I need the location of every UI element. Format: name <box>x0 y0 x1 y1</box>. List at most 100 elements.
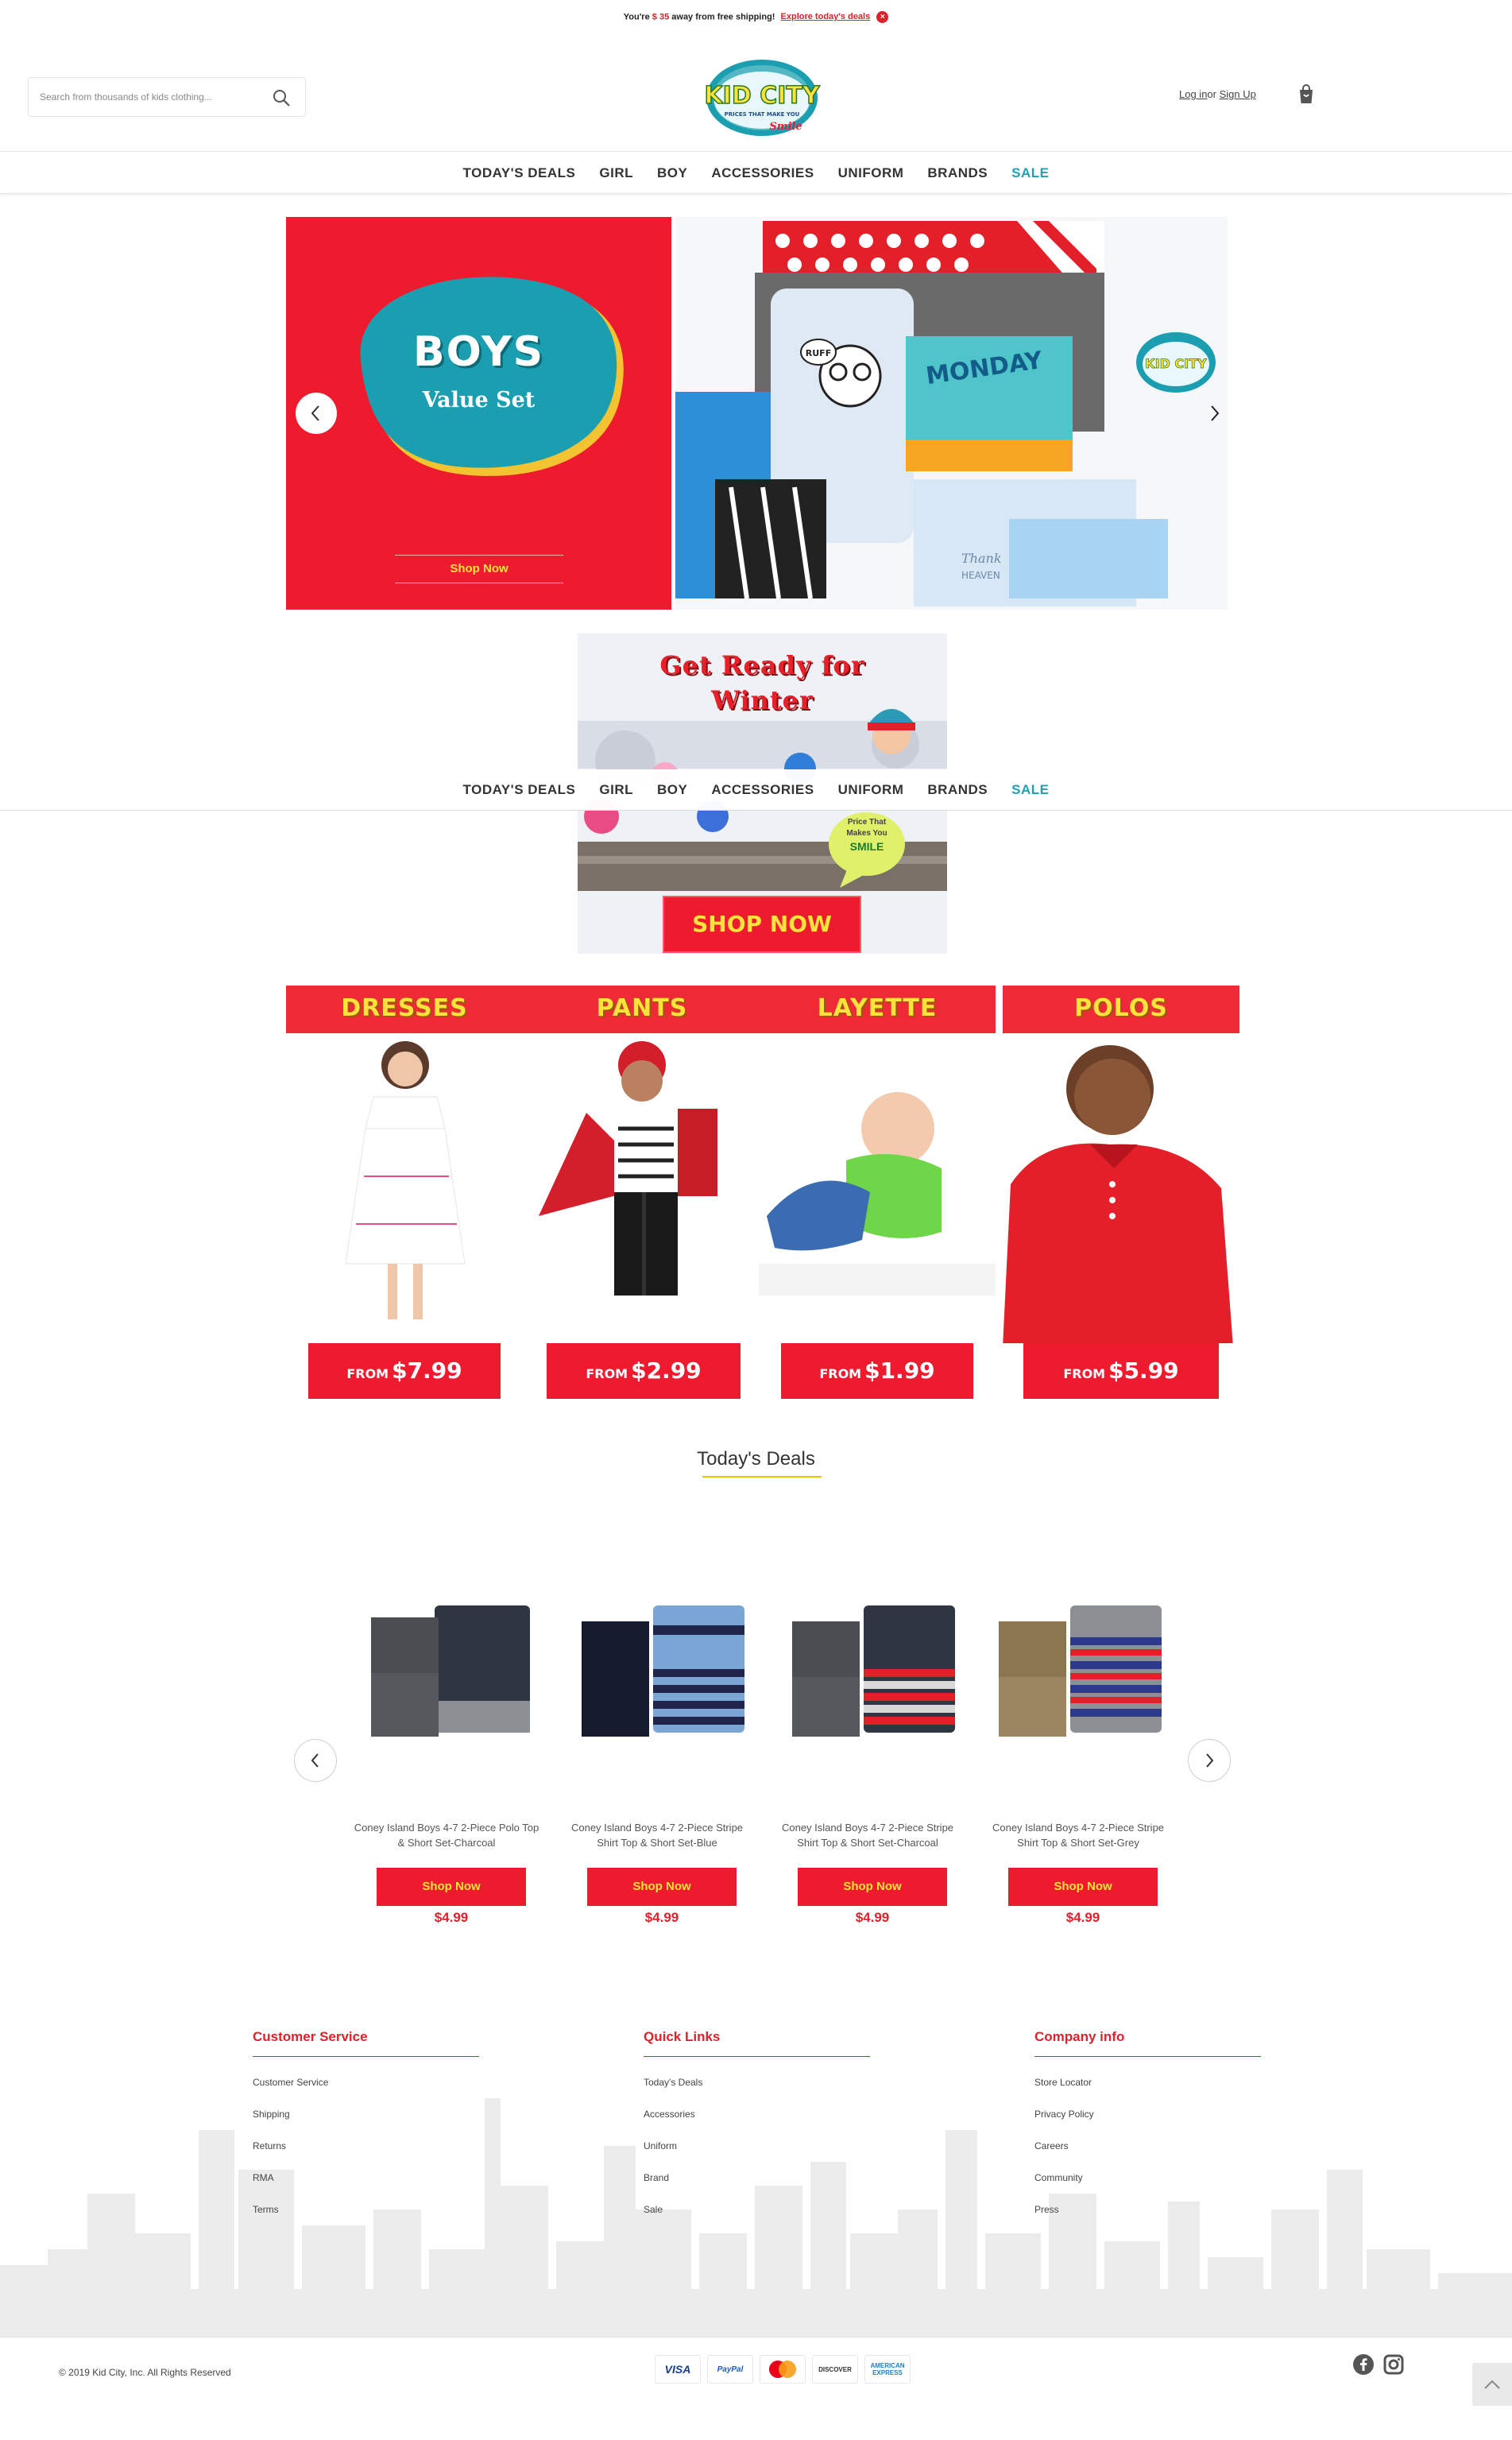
search-icon[interactable] <box>272 88 291 107</box>
sticky-nav-girl[interactable]: GIRL <box>587 782 645 798</box>
explore-deals-link[interactable]: Explore today's deals <box>781 12 871 21</box>
chevron-right-icon <box>1211 405 1220 421</box>
search-input[interactable] <box>40 78 270 116</box>
announcement-suffix: away from free shipping! <box>671 12 775 22</box>
product-image <box>999 1605 1162 1737</box>
product-name[interactable]: Coney Island Boys 4-7 2-Piece Stripe Shi… <box>772 1820 963 1850</box>
product-price: $4.99 <box>644 1910 679 1925</box>
account-links: Log inor Sign Up <box>1179 88 1256 100</box>
footer-link[interactable]: Accessories <box>644 2108 870 2140</box>
nav-brands[interactable]: BRANDS <box>915 165 1000 181</box>
hero-subtitle: Value Set <box>422 388 536 412</box>
category-price-button[interactable]: FROM $5.99 <box>1023 1343 1219 1399</box>
main-nav: TODAY'S DEALS GIRL BOY ACCESSORIES UNIFO… <box>0 153 1512 194</box>
product-shop-now-button[interactable]: Shop Now <box>377 1868 526 1906</box>
sticky-nav-brands[interactable]: BRANDS <box>915 782 1000 798</box>
footer-link[interactable]: Sale <box>644 2203 870 2235</box>
deals-prev-button[interactable] <box>294 1739 337 1782</box>
sticky-nav-boy[interactable]: BOY <box>645 782 699 798</box>
deals-next-button[interactable] <box>1188 1739 1231 1782</box>
hero-slider: BOYS Value Set Shop Now RUFF MONDAY Than… <box>286 217 1228 610</box>
sticky-nav-accessories[interactable]: ACCESSORIES <box>699 782 826 798</box>
shopping-bag-icon[interactable] <box>1297 84 1316 105</box>
footer-link[interactable]: Press <box>1034 2203 1261 2235</box>
category-tile-layette[interactable]: LAYETTE FROM $1.99 <box>759 986 996 1399</box>
sticky-nav-sale[interactable]: SALE <box>1000 782 1061 798</box>
baby-layette-photo <box>759 1033 996 1296</box>
price-value: $1.99 <box>864 1357 935 1384</box>
product-shop-now-button[interactable]: Shop Now <box>587 1868 737 1906</box>
ruff-text: RUFF <box>806 348 831 358</box>
product-name[interactable]: Coney Island Boys 4-7 2-Piece Stripe Shi… <box>983 1820 1174 1850</box>
footer-link[interactable]: Community <box>1034 2171 1261 2203</box>
category-price-button[interactable]: FROM $1.99 <box>781 1343 973 1399</box>
smile-speech-bubble: Price That Makes You SMILE <box>829 810 905 878</box>
footer-link[interactable]: Brand <box>644 2171 870 2203</box>
category-price-button[interactable]: FROM $7.99 <box>308 1343 501 1399</box>
hero-next-button[interactable] <box>1198 393 1230 434</box>
winter-title-line2: Winter <box>711 685 814 715</box>
logo-script: Smile <box>769 121 802 133</box>
footer-link[interactable]: Careers <box>1034 2140 1261 2171</box>
boy-polo-photo <box>1003 1045 1233 1343</box>
category-tile-dresses[interactable]: DRESSES FROM $7.99 <box>286 986 523 1399</box>
footer-heading: Quick Links <box>644 2029 870 2057</box>
announcement-amount: $ 35 <box>652 12 670 22</box>
close-icon[interactable]: × <box>876 11 889 23</box>
product-image <box>792 1605 955 1737</box>
sticky-nav-todays-deals[interactable]: TODAY'S DEALS <box>451 782 588 798</box>
nav-sale[interactable]: SALE <box>1000 165 1061 181</box>
kid-city-logo[interactable]: KID CITY PRICES THAT MAKE YOU Smile <box>702 54 822 141</box>
product-name[interactable]: Coney Island Boys 4-7 2-Piece Stripe Shi… <box>562 1820 752 1850</box>
footer-link[interactable]: Today's Deals <box>644 2076 870 2108</box>
sticky-nav-uniform[interactable]: UNIFORM <box>826 782 916 798</box>
footer-column-company-info: Company info Store Locator Privacy Polic… <box>1034 2029 1261 2235</box>
chevron-up-icon <box>1484 2380 1500 2389</box>
chevron-right-icon <box>1206 1753 1214 1768</box>
boy-pants-photo <box>539 1041 717 1296</box>
hero-shop-now-button[interactable]: Shop Now <box>395 555 563 583</box>
chevron-left-icon <box>311 1753 319 1768</box>
product-shop-now-button[interactable]: Shop Now <box>798 1868 947 1906</box>
footer-link[interactable]: RMA <box>253 2171 479 2203</box>
hero-prev-button[interactable] <box>296 393 337 434</box>
nav-uniform[interactable]: UNIFORM <box>826 165 916 181</box>
category-price-button[interactable]: FROM $2.99 <box>547 1343 741 1399</box>
account-or: or <box>1207 88 1216 100</box>
nav-todays-deals[interactable]: TODAY'S DEALS <box>451 165 588 181</box>
signup-link[interactable]: Sign Up <box>1220 88 1256 100</box>
login-link[interactable]: Log in <box>1179 88 1207 100</box>
footer-link[interactable]: Returns <box>253 2140 479 2171</box>
hero-product-image: RUFF MONDAY Thank HEAVEN KID CITY <box>675 217 1228 610</box>
product-price: $4.99 <box>1065 1910 1100 1925</box>
footer-link[interactable]: Privacy Policy <box>1034 2108 1261 2140</box>
facebook-icon[interactable] <box>1352 2353 1375 2376</box>
category-title: DRESSES <box>286 986 523 1033</box>
category-tile-pants[interactable]: PANTS FROM $2.99 <box>523 986 761 1399</box>
category-tile-polos[interactable]: POLOS FROM $5.99 <box>1003 986 1239 1399</box>
nav-accessories[interactable]: ACCESSORIES <box>699 165 826 181</box>
footer-link[interactable]: Store Locator <box>1034 2076 1261 2108</box>
product-image <box>582 1605 744 1737</box>
product-name[interactable]: Coney Island Boys 4-7 2-Piece Polo Top &… <box>351 1820 542 1850</box>
back-to-top-button[interactable] <box>1472 2363 1512 2406</box>
instagram-icon[interactable] <box>1382 2353 1405 2376</box>
nav-boy[interactable]: BOY <box>645 165 699 181</box>
category-title: PANTS <box>523 986 761 1033</box>
footer-link[interactable]: Uniform <box>644 2140 870 2171</box>
copyright-text: © 2019 Kid City, Inc. All Rights Reserve… <box>59 2367 231 2378</box>
footer-link[interactable]: Terms <box>253 2203 479 2235</box>
payment-methods: VISA PayPal DISCOVER AMERICAN EXPRESS <box>655 2355 911 2384</box>
announcement-prefix: You're <box>623 12 650 22</box>
category-title: LAYETTE <box>759 986 996 1033</box>
footer-link[interactable]: Customer Service <box>253 2076 479 2108</box>
todays-deals-heading: Today's Deals <box>697 1448 815 1470</box>
winter-shop-now-button[interactable]: SHOP NOW <box>663 896 861 953</box>
footer-link[interactable]: Shipping <box>253 2108 479 2140</box>
price-from: FROM <box>819 1366 862 1381</box>
winter-title: Get Ready for Winter <box>578 648 947 718</box>
chevron-left-icon <box>311 405 319 421</box>
price-from: FROM <box>586 1366 628 1381</box>
product-shop-now-button[interactable]: Shop Now <box>1008 1868 1158 1906</box>
nav-girl[interactable]: GIRL <box>587 165 645 181</box>
